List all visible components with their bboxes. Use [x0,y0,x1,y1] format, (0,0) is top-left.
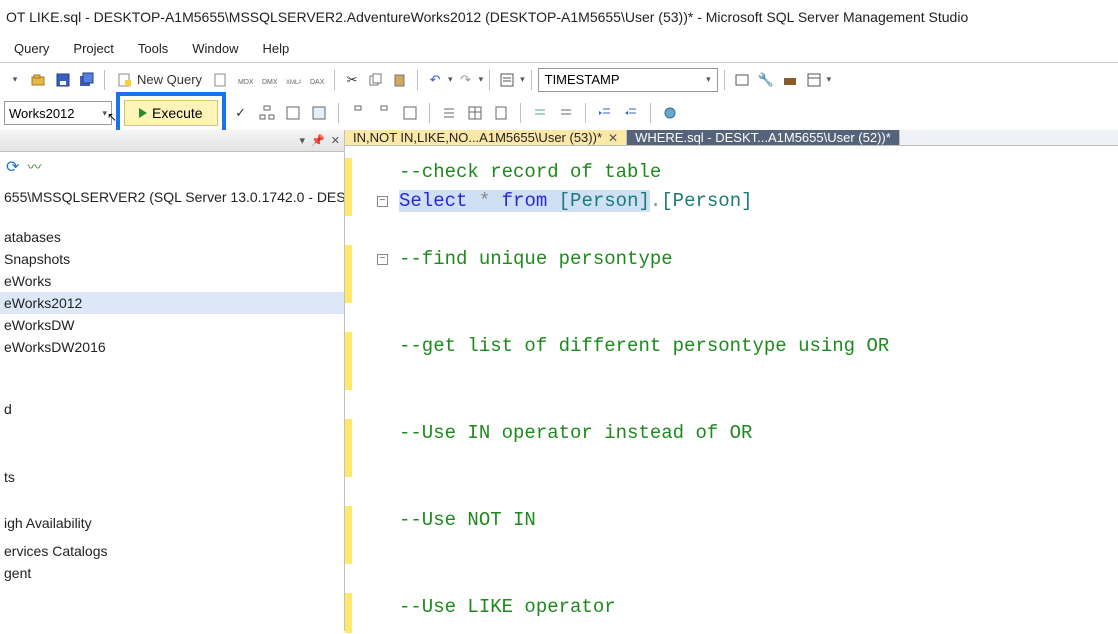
comment-icon[interactable] [529,102,551,124]
dmx-query-icon[interactable]: DMX [258,69,280,91]
window-title: OT LIKE.sql - DESKTOP-A1M5655\MSSQLSERVE… [6,9,968,25]
tab-close-icon[interactable]: ✕ [608,131,618,145]
play-icon [139,108,147,118]
tree-item[interactable]: ervices Catalogs [0,540,344,562]
server-node[interactable]: 655\MSSQLSERVER2 (SQL Server 13.0.1742.0… [0,186,344,208]
tree-item[interactable]: eWorks [0,270,344,292]
close-icon[interactable]: ✕ [331,134,340,147]
properties-icon[interactable] [496,69,518,91]
uncomment-icon[interactable] [555,102,577,124]
tab-active[interactable]: IN,NOT IN,LIKE,NO...A1M5655\User (53))* … [345,130,627,145]
tree-item-selected[interactable]: eWorks2012 [0,292,344,314]
window-layout-icon[interactable] [803,69,825,91]
tree-item[interactable]: ts [0,466,344,488]
db-engine-query-icon[interactable] [210,69,232,91]
tab-inactive[interactable]: WHERE.sql - DESKT...A1M5655\User (52))* [627,130,900,145]
results-text-icon[interactable] [438,102,460,124]
wrench-icon[interactable]: 🔧 [755,69,777,91]
toolbox-icon[interactable] [779,69,801,91]
editor-area: IN,NOT IN,LIKE,NO...A1M5655\User (53))* … [345,130,1118,631]
svg-text:DAX: DAX [310,79,325,86]
sql-toolbar: Works2012 ▾ Execute ↖ ✓ [0,96,1118,130]
menu-tools[interactable]: Tools [128,38,178,59]
new-query-icon [117,72,133,88]
include-live-stats-icon[interactable] [399,102,421,124]
registered-servers-icon[interactable] [731,69,753,91]
results-grid-icon[interactable] [464,102,486,124]
menu-help[interactable]: Help [252,38,299,59]
menu-bar: Query Project Tools Window Help [0,34,1118,62]
fold-icon[interactable]: − [377,254,388,265]
open-icon[interactable] [28,69,50,91]
tree-item[interactable]: igh Availability [0,512,344,534]
tree-item[interactable]: d [0,398,344,420]
tree-item[interactable]: eWorksDW [0,314,344,336]
outdent-icon[interactable] [620,102,642,124]
query-options-icon[interactable] [282,102,304,124]
include-plan-icon[interactable] [347,102,369,124]
tree-item[interactable]: atabases [0,226,344,248]
display-plan-icon[interactable] [256,102,278,124]
save-icon[interactable] [52,69,74,91]
xmla-query-icon[interactable]: XMLA [282,69,304,91]
menu-project[interactable]: Project [63,38,123,59]
parse-icon[interactable]: ✓ [230,102,252,124]
redo-icon[interactable]: ↷ [455,69,477,91]
refresh-icon[interactable]: ⟳ [6,157,19,177]
tree-item[interactable]: eWorksDW2016 [0,336,344,358]
menu-window[interactable]: Window [182,38,248,59]
fold-column: − − [375,146,393,634]
copy-icon[interactable] [365,69,387,91]
activity-icon[interactable]: 〰 [27,157,41,177]
svg-text:XMLA: XMLA [286,80,301,86]
object-explorer: ▾ 📌 ✕ ⟳ 〰 655\MSSQLSERVER2 (SQL Server 1… [0,130,345,631]
redo-dropdown-icon[interactable]: ▾ [479,74,484,85]
dax-query-icon[interactable]: DAX [306,69,328,91]
svg-text:DMX: DMX [262,79,277,86]
save-all-icon[interactable] [76,69,98,91]
main-toolbar: ▾ New Query MDX DMX XMLA DAX ✂ ↶ ▾ ↷ ▾ ▾… [0,62,1118,96]
code-editor[interactable]: − − --check record of table Select * fro… [345,146,1118,634]
title-bar: OT LIKE.sql - DESKTOP-A1M5655\MSSQLSERVE… [0,0,1118,34]
mdx-query-icon[interactable]: MDX [234,69,256,91]
svg-text:MDX: MDX [238,79,253,86]
tab-bar: IN,NOT IN,LIKE,NO...A1M5655\User (53))* … [345,130,1118,146]
explorer-toolbar: ⟳ 〰 [0,152,344,182]
execute-highlight: Execute ↖ [116,92,226,134]
chevron-down-icon: ▾ [706,74,711,85]
paste-icon[interactable] [389,69,411,91]
cut-icon[interactable]: ✂ [341,69,363,91]
execute-button[interactable]: Execute ↖ [124,100,218,126]
menu-query[interactable]: Query [4,38,59,59]
intellisense-icon[interactable] [308,102,330,124]
panel-header: ▾ 📌 ✕ [0,130,344,152]
undo-icon[interactable]: ↶ [424,69,446,91]
database-dropdown[interactable]: Works2012 ▾ [4,101,112,125]
fold-icon[interactable]: − [377,196,388,207]
gutter [345,146,375,634]
undo-dropdown-icon[interactable]: ▾ [448,74,453,85]
tree-item[interactable]: gent [0,562,344,584]
new-query-button[interactable]: New Query [111,70,208,90]
tree-item[interactable]: Snapshots [0,248,344,270]
tree-view[interactable]: 655\MSSQLSERVER2 (SQL Server 13.0.1742.0… [0,182,344,631]
include-stats-icon[interactable] [373,102,395,124]
indent-icon[interactable] [594,102,616,124]
pin-icon[interactable]: 📌 [311,134,325,147]
nav-back-icon[interactable]: ▾ [4,69,26,91]
type-dropdown[interactable]: TIMESTAMP ▾ [538,68,718,92]
dropdown-icon[interactable]: ▾ [300,134,306,147]
results-file-icon[interactable] [490,102,512,124]
specify-template-icon[interactable] [659,102,681,124]
code-content[interactable]: --check record of table Select * from [P… [393,146,1118,634]
chevron-down-icon: ▾ [102,108,107,119]
